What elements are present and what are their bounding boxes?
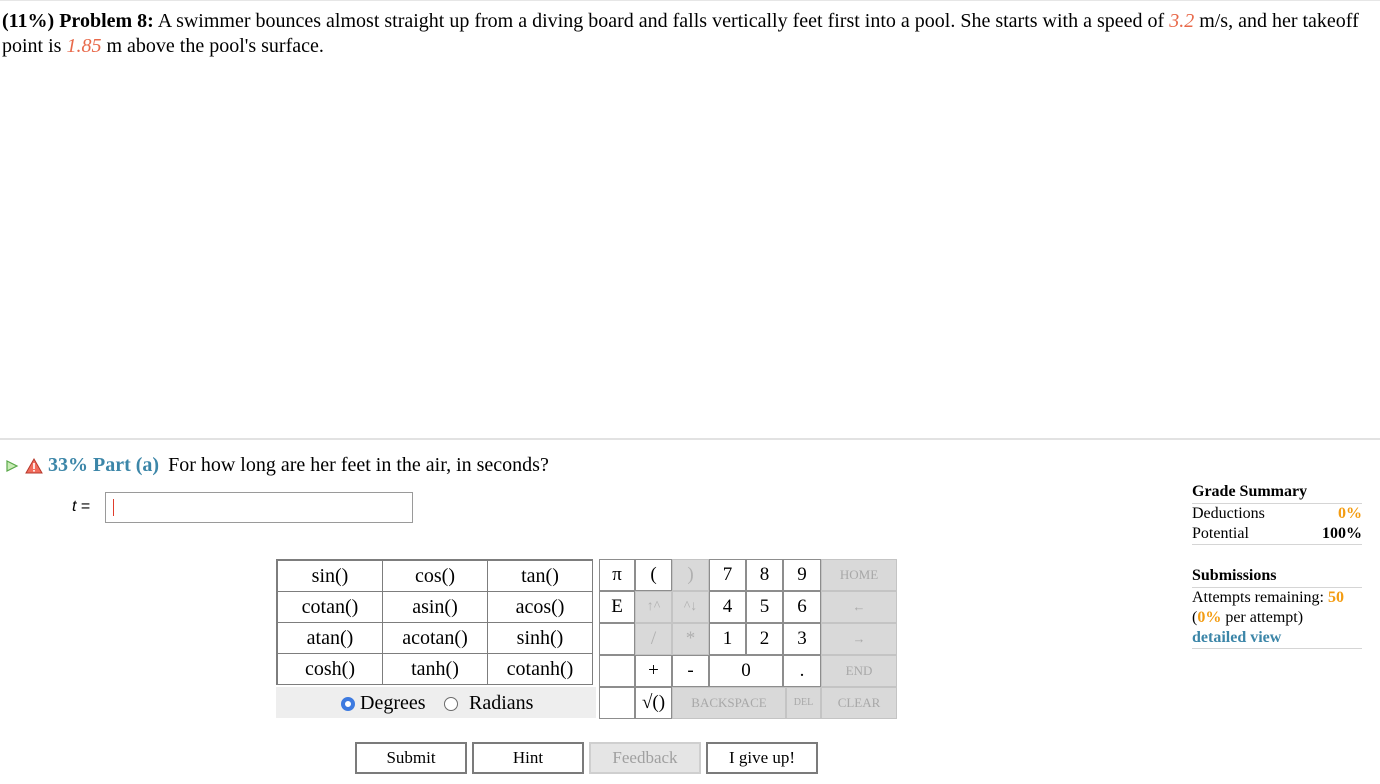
- key-home[interactable]: HOME: [821, 559, 897, 591]
- key-superscript-up[interactable]: ↑^: [635, 591, 672, 623]
- key-backspace[interactable]: BACKSPACE: [672, 687, 786, 719]
- potential-value: 100%: [1322, 525, 1362, 542]
- key-pi[interactable]: π: [599, 559, 635, 591]
- part-percent: 33%: [48, 454, 88, 476]
- detailed-view-link[interactable]: detailed view: [1192, 628, 1362, 649]
- key-end[interactable]: END: [821, 655, 897, 687]
- angle-mode-row: Degrees Radians: [276, 687, 596, 718]
- hint-button[interactable]: Hint: [472, 742, 584, 774]
- part-label: Part (a): [93, 454, 160, 476]
- section-divider: [0, 438, 1380, 440]
- grade-summary-title: Grade Summary: [1192, 482, 1362, 504]
- part-a-header: 33% Part (a) For how long are her feet i…: [4, 452, 549, 478]
- key-8[interactable]: 8: [746, 559, 783, 591]
- height-value: 1.85: [66, 35, 102, 57]
- degrees-label: Degrees: [360, 692, 426, 714]
- problem-title: Problem 8:: [59, 10, 154, 32]
- answer-input[interactable]: [105, 492, 413, 523]
- fn-tan-button[interactable]: tan(): [487, 559, 593, 592]
- warning-icon: [25, 458, 43, 474]
- key-e[interactable]: E: [599, 591, 635, 623]
- key-right-arrow[interactable]: →: [821, 623, 897, 655]
- key-close-paren[interactable]: ): [672, 559, 709, 591]
- per-attempt-label: per attempt): [1221, 609, 1304, 626]
- speed-value: 3.2: [1169, 10, 1195, 32]
- part-question: For how long are her feet in the air, in…: [168, 454, 549, 476]
- fn-asin-button[interactable]: asin(): [382, 591, 488, 623]
- potential-label: Potential: [1192, 525, 1249, 542]
- per-attempt-row: (0% per attempt): [1192, 608, 1362, 628]
- fn-sinh-button[interactable]: sinh(): [487, 622, 593, 654]
- fn-atan-button[interactable]: atan(): [276, 622, 383, 654]
- key-clear[interactable]: CLEAR: [821, 687, 897, 719]
- answer-label: t =: [72, 498, 90, 516]
- text-cursor: [113, 499, 114, 516]
- problem-statement: (11%) Problem 8: A swimmer bounces almos…: [2, 9, 1374, 59]
- key-minus[interactable]: -: [672, 655, 709, 687]
- fn-cotan-button[interactable]: cotan(): [276, 591, 383, 623]
- key-decimal[interactable]: .: [783, 655, 821, 687]
- key-sqrt[interactable]: √(): [635, 687, 672, 719]
- top-divider: [0, 0, 1380, 1]
- key-blank-3: [599, 687, 635, 719]
- problem-weight: (11%): [2, 10, 55, 32]
- expand-triangle-icon[interactable]: [4, 458, 20, 474]
- give-up-button[interactable]: I give up!: [706, 742, 818, 774]
- key-multiply[interactable]: *: [672, 623, 709, 655]
- fn-sin-button[interactable]: sin(): [276, 559, 383, 592]
- deductions-label: Deductions: [1192, 505, 1265, 522]
- submit-button[interactable]: Submit: [355, 742, 467, 774]
- degrees-radio[interactable]: [341, 697, 355, 712]
- deductions-value: 0%: [1338, 505, 1362, 522]
- fn-tanh-button[interactable]: tanh(): [382, 653, 488, 685]
- key-plus[interactable]: +: [635, 655, 672, 687]
- degrees-option[interactable]: Degrees: [341, 692, 426, 715]
- attempts-row: Attempts remaining: 50: [1192, 588, 1362, 608]
- potential-row: Potential 100%: [1192, 524, 1362, 545]
- key-blank-2: [599, 655, 635, 687]
- attempts-label: Attempts remaining:: [1192, 589, 1328, 606]
- key-blank-1: [599, 623, 635, 655]
- key-9[interactable]: 9: [783, 559, 821, 591]
- key-2[interactable]: 2: [746, 623, 783, 655]
- attempts-value: 50: [1327, 589, 1344, 606]
- submissions-title: Submissions: [1192, 566, 1362, 588]
- fn-acos-button[interactable]: acos(): [487, 591, 593, 623]
- fn-cosh-button[interactable]: cosh(): [276, 653, 383, 685]
- radians-option[interactable]: Radians: [444, 692, 533, 715]
- key-open-paren[interactable]: (: [635, 559, 672, 591]
- per-attempt-value: 0%: [1197, 609, 1222, 626]
- answer-equals: =: [76, 498, 91, 515]
- grade-summary: Grade Summary Deductions 0% Potential 10…: [1192, 482, 1362, 649]
- deductions-row: Deductions 0%: [1192, 504, 1362, 524]
- key-3[interactable]: 3: [783, 623, 821, 655]
- fn-acotan-button[interactable]: acotan(): [382, 622, 488, 654]
- key-superscript-down[interactable]: ^↓: [672, 591, 709, 623]
- key-7[interactable]: 7: [709, 559, 746, 591]
- fn-cos-button[interactable]: cos(): [382, 559, 488, 592]
- key-5[interactable]: 5: [746, 591, 783, 623]
- radians-radio[interactable]: [444, 697, 458, 712]
- key-left-arrow[interactable]: ←: [821, 591, 897, 623]
- function-grid: sin() cos() tan() cotan() asin() acos() …: [276, 559, 593, 685]
- key-4[interactable]: 4: [709, 591, 746, 623]
- feedback-button[interactable]: Feedback: [589, 742, 701, 774]
- key-divide[interactable]: /: [635, 623, 672, 655]
- radians-label: Radians: [469, 692, 534, 714]
- key-6[interactable]: 6: [783, 591, 821, 623]
- fn-cotanh-button[interactable]: cotanh(): [487, 653, 593, 685]
- problem-text-1: A swimmer bounces almost straight up fro…: [157, 10, 1170, 32]
- key-0[interactable]: 0: [709, 655, 783, 687]
- key-del[interactable]: DEL: [786, 687, 821, 719]
- problem-text-3: m above the pool's surface.: [101, 35, 324, 57]
- key-1[interactable]: 1: [709, 623, 746, 655]
